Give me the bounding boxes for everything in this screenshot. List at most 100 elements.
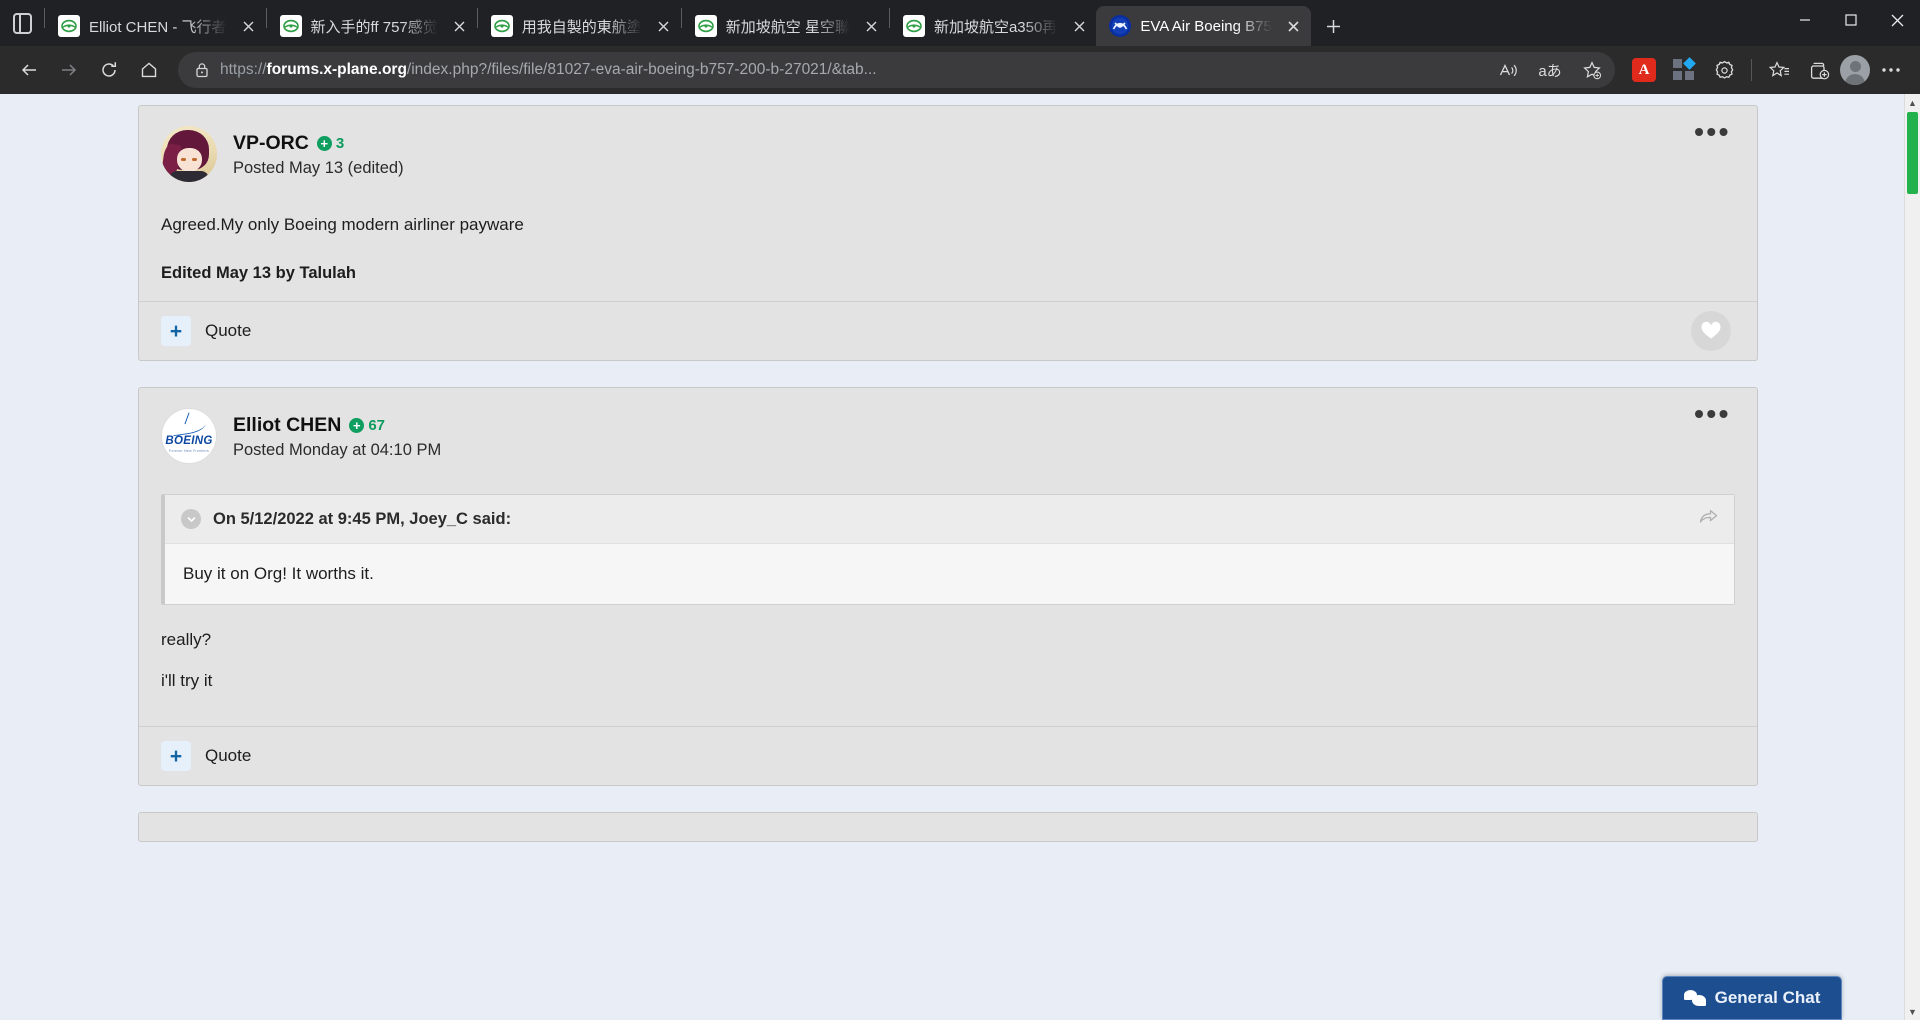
author-row: Elliot CHEN + 67 (233, 414, 441, 437)
avatar[interactable] (161, 126, 217, 182)
avatar-head (1849, 61, 1861, 72)
tab-title: EVA Air Boeing B75 (1140, 17, 1272, 35)
tab-title: 新加坡航空a350再 (933, 18, 1058, 36)
x-plane-icon (902, 15, 925, 37)
tab-close-button[interactable] (859, 13, 885, 39)
post-body: Agreed.My only Boeing modern airliner pa… (139, 182, 1757, 301)
post-text: Agreed.My only Boeing modern airliner pa… (161, 215, 524, 234)
post-options-ellipsis-icon[interactable]: ••• (1694, 118, 1731, 146)
general-chat-label: General Chat (1714, 988, 1821, 1007)
profile-avatar[interactable] (1840, 55, 1870, 85)
home-house-icon[interactable] (130, 51, 168, 89)
grid-glyph (1673, 57, 1696, 81)
tab-title: 用我自製的東航塗 (521, 18, 642, 36)
boeing-swoosh-icon (171, 417, 207, 436)
forward-arrow-icon[interactable] (50, 51, 88, 89)
address-bar[interactable]: https://forums.x-plane.org/index.php?/fi… (178, 52, 1615, 88)
quote-button[interactable]: Quote (205, 746, 251, 766)
collections-icon[interactable] (1800, 51, 1838, 89)
post-text-line: really? (161, 630, 212, 650)
post-body: On 5/12/2022 at 9:45 PM, Joey_C said: Bu… (139, 464, 1757, 726)
maximize-button[interactable] (1828, 0, 1874, 40)
extensions-grid-icon[interactable] (1665, 51, 1703, 89)
general-chat-widget[interactable]: General Chat (1662, 976, 1842, 1020)
post-options-ellipsis-icon[interactable]: ••• (1694, 400, 1731, 428)
eva-air-icon (1109, 15, 1132, 37)
scroll-down-arrow-icon[interactable]: ▼ (1905, 1003, 1920, 1020)
avatar-brand-tagline: Forever New Frontiers (169, 449, 209, 454)
x-plane-icon (58, 15, 80, 37)
author-name[interactable]: Elliot CHEN (233, 414, 341, 437)
url-host: forums.x-plane.org (266, 61, 407, 78)
like-heart-icon[interactable] (1691, 311, 1731, 352)
chevron-down-icon[interactable] (181, 509, 201, 530)
avatar[interactable]: BOEING Forever New Frontiers (161, 408, 217, 465)
plus-icon: + (316, 136, 332, 151)
avatar-brand-text: BOEING (165, 434, 213, 447)
avatar-body (1845, 74, 1865, 85)
quote-citation[interactable]: On 5/12/2022 at 9:45 PM, Joey_C said: (213, 510, 511, 529)
title-bar: Elliot CHEN - 飞行者 新入手的ff 757感觉 用我自製的東航塗 … (0, 0, 1920, 46)
browser-tab-4[interactable]: 新加坡航空 星空聯 (682, 6, 889, 46)
post-card: VP-ORC + 3 Posted May 13 (edited) ••• Ag… (138, 105, 1758, 362)
url-path: /index.php?/files/file/81027-eva-air-boe… (406, 61, 877, 78)
quote-button[interactable]: Quote (205, 321, 251, 341)
toolbar-divider (1751, 59, 1752, 81)
quote-plus-icon[interactable]: + (161, 741, 191, 772)
tab-close-button[interactable] (1066, 13, 1092, 39)
quote-header: On 5/12/2022 at 9:45 PM, Joey_C said: (165, 495, 1734, 545)
scrollbar-thumb[interactable] (1907, 112, 1918, 194)
url-text: https://forums.x-plane.org/index.php?/fi… (220, 61, 1483, 79)
lock-icon (192, 62, 212, 78)
tab-search-button[interactable] (0, 0, 44, 46)
back-arrow-icon[interactable] (10, 51, 48, 89)
post-date[interactable]: Posted May 13 (edited) (233, 159, 404, 178)
quote-plus-icon[interactable]: + (161, 316, 191, 347)
browser-toolbar: https://forums.x-plane.org/index.php?/fi… (0, 46, 1920, 94)
post-header: VP-ORC + 3 Posted May 13 (edited) ••• (139, 106, 1757, 182)
browser-tab-5[interactable]: 新加坡航空a350再 (890, 6, 1096, 46)
browser-essentials-icon[interactable] (1705, 51, 1743, 89)
window-controls (1782, 0, 1920, 46)
scroll-up-arrow-icon[interactable]: ▲ (1905, 94, 1920, 111)
settings-ellipsis-icon[interactable] (1872, 51, 1910, 89)
close-window-button[interactable] (1874, 0, 1920, 40)
browser-tab-2[interactable]: 新入手的ff 757感觉 (267, 6, 477, 46)
new-tab-button[interactable] (1317, 9, 1351, 43)
post-date[interactable]: Posted Monday at 04:10 PM (233, 441, 441, 460)
x-plane-icon (279, 15, 302, 37)
read-aloud-icon[interactable] (1491, 54, 1525, 86)
pdf-glyph: A (1632, 58, 1656, 82)
tab-strip: Elliot CHEN - 飞行者 新入手的ff 757感觉 用我自製的東航塗 … (0, 0, 1782, 46)
post-list: VP-ORC + 3 Posted May 13 (edited) ••• Ag… (138, 94, 1758, 843)
reputation-count: 3 (335, 135, 345, 152)
post-meta: Elliot CHEN + 67 Posted Monday at 04:10 … (233, 408, 441, 464)
share-arrow-icon[interactable] (1699, 509, 1718, 529)
tab-close-button[interactable] (651, 13, 677, 39)
browser-tab-6-active[interactable]: EVA Air Boeing B75 (1096, 6, 1311, 46)
tab-title: Elliot CHEN - 飞行者 (89, 18, 227, 36)
chat-bubbles-icon (1683, 989, 1706, 1007)
minimize-button[interactable] (1782, 0, 1828, 40)
browser-tab-1[interactable]: Elliot CHEN - 飞行者 (45, 6, 266, 46)
forum-page: VP-ORC + 3 Posted May 13 (edited) ••• Ag… (0, 94, 1904, 1020)
add-favorite-star-icon[interactable] (1575, 54, 1609, 86)
post-text-line: i'll try it (161, 670, 213, 690)
post-meta: VP-ORC + 3 Posted May 13 (edited) (233, 126, 404, 182)
tab-close-button[interactable] (236, 13, 262, 39)
author-name[interactable]: VP-ORC (233, 132, 309, 155)
x-plane-icon (490, 15, 513, 37)
refresh-arrow-icon[interactable] (90, 51, 128, 89)
adobe-acrobat-extension-icon[interactable]: A (1625, 51, 1663, 89)
translate-icon[interactable]: aあ (1533, 54, 1567, 86)
favorites-star-icon[interactable] (1760, 51, 1798, 89)
browser-tab-3[interactable]: 用我自製的東航塗 (478, 6, 681, 46)
post-card: BOEING Forever New Frontiers Elliot CHEN… (138, 387, 1758, 787)
tab-close-button[interactable] (1281, 13, 1307, 39)
page-scrollbar[interactable]: ▲ ▼ (1904, 94, 1920, 1020)
x-plane-icon (694, 15, 717, 37)
post-footer: + Quote (139, 301, 1757, 360)
avatar-eye-right (192, 158, 197, 161)
tab-close-button[interactable] (447, 13, 473, 39)
browser-window: Elliot CHEN - 飞行者 新入手的ff 757感觉 用我自製的東航塗 … (0, 0, 1920, 1020)
